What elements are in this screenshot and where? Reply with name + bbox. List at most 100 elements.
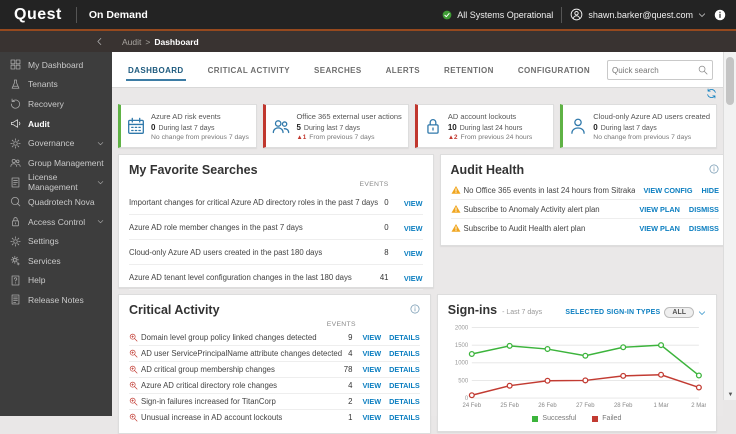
view-plan-link[interactable]: VIEW PLAN [639,224,680,233]
metric-value-line: 10 During last 24 hours [447,122,523,132]
metric-value: 10 [447,122,457,132]
row-actions: VIEW CONFIG HIDE [635,186,719,195]
events-count: 0 [384,197,389,207]
metric-title: AD account lockouts [447,111,517,121]
hide-link[interactable]: HIDE [702,186,719,195]
activity-label: Unusual increase in AD account lockouts [141,413,283,422]
view-link[interactable]: VIEW [404,224,423,233]
details-link[interactable]: DETAILS [389,365,420,374]
system-status[interactable]: All Systems Operational [442,10,553,20]
info-icon[interactable] [709,164,719,174]
sidebar-item-label: Services [28,255,61,266]
user-menu[interactable]: shawn.barker@quest.com [570,8,706,21]
view-link[interactable]: VIEW [404,274,423,283]
sidebar-item-label: Access Control [28,216,86,227]
critical-activity-row: Sign-in failures increased for TitanCorp… [129,393,420,409]
sidebar-item-label: Quadrotech Nova [28,196,95,207]
view-plan-link[interactable]: VIEW PLAN [639,205,680,214]
sidebar-item-license-management[interactable]: License Management [0,172,112,193]
sidebar-item-tenants[interactable]: Tenants [0,75,112,95]
sidebar-collapse-button[interactable] [0,37,112,46]
metric-card: Cloud-only Azure AD users created 0 During… [560,104,718,148]
change-up-arrow-icon: ▲2 [447,133,458,141]
svg-text:27 Feb: 27 Feb [576,403,595,409]
dismiss-link[interactable]: DISMISS [689,224,719,233]
sidebar-item-label: License Management [28,172,78,193]
search-icon[interactable] [698,65,712,75]
sidebar-item-audit[interactable]: Audit [0,114,112,134]
svg-text:1500: 1500 [455,343,469,349]
view-link[interactable]: VIEW [404,199,423,208]
view-link[interactable]: VIEW [362,397,381,406]
health-message: Subscribe to Anomaly Activity alert plan [463,204,600,214]
sidebar-item-release-notes[interactable]: Release Notes [0,290,112,310]
critical-search-icon [129,413,141,422]
search-label: Cloud-only Azure AD users created in the… [129,247,323,257]
details-link[interactable]: DETAILS [389,333,420,342]
sidebar-item-settings[interactable]: Settings [0,231,112,251]
topbar-divider [561,6,563,23]
tab-searches[interactable]: SEARCHES [302,52,374,87]
tab-retention[interactable]: RETENTION [432,52,506,87]
sign-in-types-value[interactable]: ALL [664,307,694,318]
sidebar-item-label: Recovery [28,98,64,109]
system-status-label: All Systems Operational [457,9,554,20]
audit-icon [10,118,21,129]
activity-label: AD user ServicePrincipalName attribute c… [141,349,343,358]
info-icon[interactable] [410,304,420,314]
legend-label: Successful [542,415,577,422]
view-link[interactable]: VIEW [362,349,381,358]
info-icon[interactable] [714,9,726,21]
scrollbar-down-arrow[interactable]: ▼ [724,390,736,400]
breadcrumb-parent[interactable]: Audit [122,37,141,47]
row-actions: VIEW DETAILS [362,333,419,342]
view-link[interactable]: VIEW [404,249,423,258]
scrollbar-thumb[interactable] [726,57,734,105]
breadcrumb-bar: Audit > Dashboard [0,31,736,52]
chevron-down-icon[interactable] [698,309,706,317]
activity-label: Sign-in failures increased for TitanCorp [141,397,276,406]
refresh-icon[interactable] [706,88,717,102]
sidebar-item-quadrotech-nova[interactable]: Quadrotech Nova [0,192,112,212]
tab-configuration[interactable]: CONFIGURATION [506,52,602,87]
events-count: 0 [384,222,389,232]
tab-dashboard[interactable]: DASHBOARD [116,52,196,87]
search-input[interactable] [608,65,698,75]
sidebar-item-label: Release Notes [28,294,84,305]
vertical-scrollbar[interactable]: ▼ [723,52,736,400]
view-link[interactable]: VIEW [362,413,381,422]
row-actions: VIEW [397,193,423,211]
row-actions: VIEW PLAN DISMISS [631,224,719,233]
tab-alerts[interactable]: ALERTS [374,52,432,87]
view-link[interactable]: VIEW [362,333,381,342]
sidebar-item-group-management[interactable]: Group Management [0,153,112,173]
sidebar-item-help[interactable]: Help [0,271,112,291]
sidebar-item-governance[interactable]: Governance [0,133,112,153]
details-link[interactable]: DETAILS [389,381,420,390]
view-link[interactable]: VIEW [362,381,381,390]
tab-critical-activity[interactable]: CRITICAL ACTIVITY [196,52,302,87]
sidebar-item-services[interactable]: Services [0,251,112,271]
favorite-searches-title: My Favorite Searches [129,163,258,177]
view-link[interactable]: VIEW [362,365,381,374]
breadcrumb-current: Dashboard [154,36,199,47]
breadcrumb-separator: > [145,36,151,47]
critical-search-icon [129,381,141,390]
sidebar-item-recovery[interactable]: Recovery [0,94,112,114]
chevron-down-icon [97,179,104,186]
dismiss-link[interactable]: DISMISS [689,205,719,214]
events-column-header: EVENTS [326,321,356,328]
view-config-link[interactable]: VIEW CONFIG [643,186,692,195]
details-link[interactable]: DETAILS [389,397,420,406]
nova-icon [10,196,21,207]
details-link[interactable]: DETAILS [389,349,420,358]
metric-value-line: 5 During last 7 days [296,122,360,132]
chevron-down-icon [698,11,706,19]
sidebar-item-access-control[interactable]: Access Control [0,212,112,232]
quest-logo[interactable]: Quest [0,6,76,24]
details-link[interactable]: DETAILS [389,413,420,422]
sidebar-item-my-dashboard[interactable]: My Dashboard [0,55,112,75]
legend-swatch [592,415,599,422]
svg-text:24 Feb: 24 Feb [462,403,481,409]
favorite-search-row: Azure AD role member changes in the past… [129,214,423,239]
